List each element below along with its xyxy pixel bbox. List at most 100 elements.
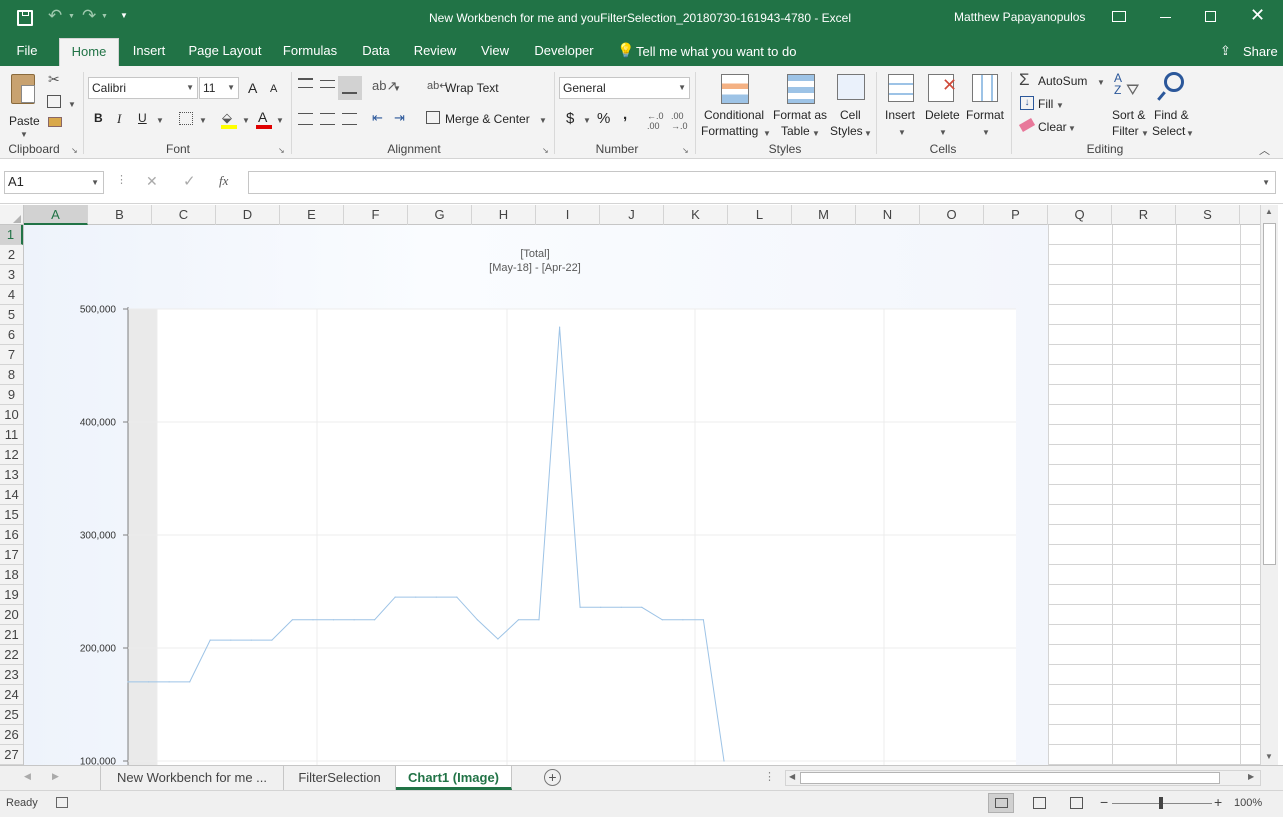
paste-dropdown-icon[interactable]: ▼ [20,130,28,139]
tab-file[interactable]: File [8,36,46,66]
format-cells-button[interactable]: Format ▼ [964,70,1008,140]
share-icon[interactable]: ⇪ [1220,43,1231,59]
clear-button[interactable]: Clear [1038,120,1067,134]
undo-dropdown-icon[interactable]: ▼ [68,13,75,20]
new-sheet-icon[interactable]: + [544,769,561,786]
column-header-l[interactable]: L [728,205,792,225]
currency-button[interactable]: $ [566,110,574,127]
percent-button[interactable]: % [597,110,610,127]
column-header-m[interactable]: M [792,205,856,225]
redo-icon[interactable]: ↷ [82,6,96,26]
decrease-decimal-icon[interactable]: .00 →.0 [671,111,688,131]
page-break-view-icon[interactable] [1070,797,1083,809]
column-header-i[interactable]: I [536,205,600,225]
worksheet-grid[interactable]: 500,000 400,000 300,000 200,000 100,000 [Tot… [24,225,1260,765]
page-layout-view-icon[interactable] [1033,797,1046,809]
zoom-level[interactable]: 100% [1234,797,1262,809]
font-size-select[interactable]: 11 ▼ [199,77,239,99]
sheet-tab-workbench[interactable]: New Workbench for me ... [100,766,284,790]
merge-center-button[interactable]: Merge & Center [445,112,530,126]
column-header-q[interactable]: Q [1048,205,1112,225]
tab-formulas[interactable]: Formulas [280,36,340,66]
sheet-tab-filterselection[interactable]: FilterSelection [284,766,396,790]
borders-icon[interactable] [179,112,193,125]
scroll-tabs-right-icon[interactable]: ▶ [52,771,59,782]
cancel-icon[interactable]: ✕ [146,173,158,190]
align-left-icon[interactable] [298,113,313,125]
row-header[interactable]: 21 [0,625,23,645]
row-header[interactable]: 27 [0,745,23,765]
redo-dropdown-icon[interactable]: ▼ [101,13,108,20]
wrap-text-button[interactable]: Wrap Text [445,81,499,95]
row-header[interactable]: 2 [0,245,23,265]
grow-font-button[interactable]: A [248,80,257,96]
row-header[interactable]: 20 [0,605,23,625]
tell-me-box[interactable]: Tell me what you want to do [636,44,796,59]
row-header[interactable]: 26 [0,725,23,745]
align-bottom-icon[interactable] [338,76,362,100]
row-header[interactable]: 1 [0,225,23,245]
split-handle-icon[interactable]: ⋮ [764,770,775,783]
cut-icon[interactable]: ✂ [48,71,60,88]
column-header-g[interactable]: G [408,205,472,225]
decrease-indent-icon[interactable]: ⇤ [372,110,383,126]
column-header-b[interactable]: B [88,205,152,225]
italic-button[interactable]: I [117,111,121,127]
align-right-icon[interactable] [342,113,357,125]
underline-dropdown-icon[interactable]: ▼ [156,116,164,125]
alignment-launcher-icon[interactable]: ↘ [542,146,549,155]
scroll-tabs-left-icon[interactable]: ◀ [24,771,31,782]
vertical-scrollbar[interactable]: ▲ ▼ [1260,205,1278,765]
formula-input[interactable]: ▼ [248,171,1276,194]
select-all-corner[interactable] [0,205,24,225]
save-icon[interactable] [17,10,33,26]
bold-button[interactable]: B [94,111,103,125]
tab-review[interactable]: Review [411,36,459,66]
sort-filter-button[interactable]: AZ ⛛ Sort & Filter ▼ [1108,70,1150,140]
row-header[interactable]: 8 [0,365,23,385]
tab-data[interactable]: Data [357,36,395,66]
close-icon[interactable]: ✕ [1250,5,1265,26]
row-header[interactable]: 9 [0,385,23,405]
orientation-dropdown-icon[interactable]: ▼ [393,84,401,93]
autosum-button[interactable]: AutoSum [1038,74,1087,88]
customize-qat-icon[interactable]: ▼ [120,11,128,20]
tab-view[interactable]: View [476,36,514,66]
column-header-e[interactable]: E [280,205,344,225]
comma-button[interactable]: , [623,106,627,123]
row-header[interactable]: 16 [0,525,23,545]
font-color-dropdown-icon[interactable]: ▼ [276,116,284,125]
clipboard-launcher-icon[interactable]: ↘ [71,146,78,155]
copy-icon[interactable] [47,95,61,108]
align-middle-icon[interactable] [320,80,335,88]
copy-dropdown-icon[interactable]: ▼ [68,100,76,109]
user-name[interactable]: Matthew Papayanopulos [954,10,1085,24]
row-header[interactable]: 14 [0,485,23,505]
format-as-table-button[interactable]: Format as Table ▼ [771,70,829,140]
insert-cells-button[interactable]: Insert ▼ [882,70,920,140]
column-header-o[interactable]: O [920,205,984,225]
increase-indent-icon[interactable]: ⇥ [394,110,405,126]
row-header[interactable]: 19 [0,585,23,605]
font-name-select[interactable]: Calibri ▼ [88,77,198,99]
tab-developer[interactable]: Developer [530,36,598,66]
underline-button[interactable]: U [138,111,147,125]
increase-decimal-icon[interactable]: ←.0.00 [647,111,664,131]
maximize-icon[interactable] [1205,11,1216,22]
row-header[interactable]: 12 [0,445,23,465]
chart-image[interactable]: 500,000 400,000 300,000 200,000 100,000 [Tot… [24,225,1048,765]
column-header-k[interactable]: K [664,205,728,225]
column-header-n[interactable]: N [856,205,920,225]
autosum-dropdown-icon[interactable]: ▼ [1097,78,1105,87]
zoom-in-icon[interactable]: + [1214,794,1222,810]
row-header[interactable]: 24 [0,685,23,705]
hscroll-thumb[interactable] [800,772,1220,784]
column-header-d[interactable]: D [216,205,280,225]
column-header-c[interactable]: C [152,205,216,225]
conditional-formatting-button[interactable]: Conditional Formatting ▼ [700,70,771,140]
column-header-a[interactable]: A [24,205,88,225]
number-format-select[interactable]: General ▼ [559,77,690,99]
fill-dropdown-icon[interactable]: ▼ [1056,101,1064,110]
row-header[interactable]: 25 [0,705,23,725]
row-header[interactable]: 11 [0,425,23,445]
